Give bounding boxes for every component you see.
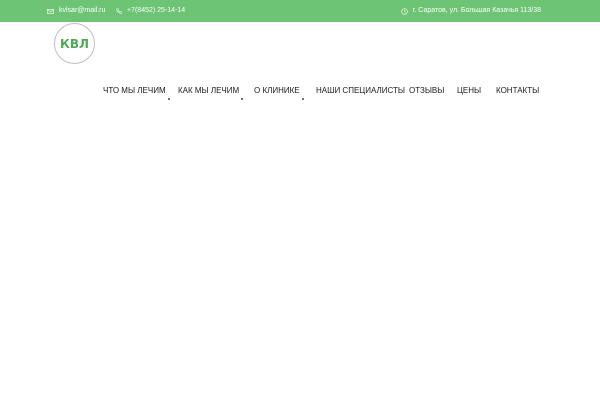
nav-item-what-we-treat[interactable]: ЧТО МЫ ЛЕЧИМ <box>103 80 170 100</box>
address-text: г. Саратов, ул. Большая Казачья 113/38 <box>412 7 541 14</box>
submenu-indicator-icon <box>241 98 244 100</box>
top-bar: kvlsar@mail.ru +7(8452) 25-14-14 г. Сара… <box>0 0 600 22</box>
nav-item-label: НАШИ СПЕЦИАЛИСТЫ <box>316 85 405 95</box>
nav-item-label: КОНТАКТЫ <box>496 85 540 95</box>
nav-item-contacts[interactable]: КОНТАКТЫ <box>496 80 539 100</box>
nav-item-about-clinic[interactable]: О КЛИНИКЕ <box>254 80 304 100</box>
phone-text: +7(8452) 25-14-14 <box>127 7 186 14</box>
phone-contact[interactable]: +7(8452) 25-14-14 <box>116 0 185 22</box>
clock-icon <box>400 7 408 15</box>
site-logo[interactable]: КВЛ <box>54 23 95 64</box>
main-navigation: ЧТО МЫ ЛЕЧИМ КАК МЫ ЛЕЧИМ О КЛИНИКЕ НАШИ… <box>0 80 600 100</box>
nav-item-label: О КЛИНИКЕ <box>254 85 300 95</box>
nav-item-label: КАК МЫ ЛЕЧИМ <box>178 85 240 95</box>
submenu-indicator-icon <box>301 98 304 100</box>
logo-text: КВЛ <box>60 36 89 51</box>
nav-item-reviews[interactable]: ОТЗЫВЫ <box>409 80 444 100</box>
nav-item-label: ЦЕНЫ <box>457 85 482 95</box>
address-info: г. Саратов, ул. Большая Казачья 113/38 <box>400 0 541 22</box>
email-contact[interactable]: kvlsar@mail.ru <box>47 0 105 22</box>
envelope-icon <box>47 8 54 14</box>
nav-item-label: ОТЗЫВЫ <box>409 85 445 95</box>
nav-item-specialists[interactable]: НАШИ СПЕЦИАЛИСТЫ <box>316 80 405 100</box>
nav-item-prices[interactable]: ЦЕНЫ <box>457 80 481 100</box>
nav-item-label: ЧТО МЫ ЛЕЧИМ <box>103 85 166 95</box>
nav-item-how-we-treat[interactable]: КАК МЫ ЛЕЧИМ <box>178 80 244 100</box>
submenu-indicator-icon <box>167 98 170 100</box>
email-text: kvlsar@mail.ru <box>59 7 106 14</box>
phone-icon <box>116 8 122 14</box>
